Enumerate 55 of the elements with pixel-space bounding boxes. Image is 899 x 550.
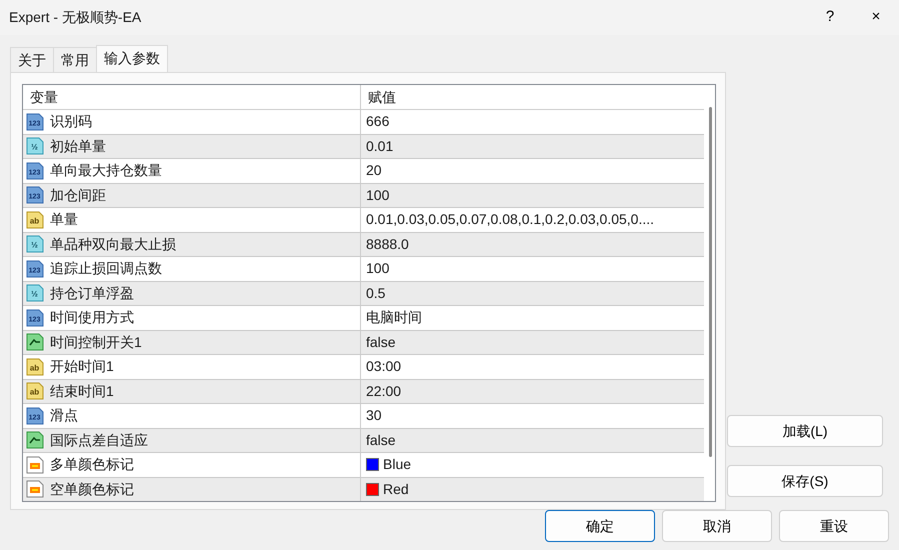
parameter-value: 电脑时间 bbox=[366, 308, 422, 328]
parameter-name: 多单颜色标记 bbox=[50, 455, 134, 474]
text-type-icon: ab bbox=[26, 358, 44, 376]
parameter-value: 20 bbox=[366, 161, 382, 180]
dialog-button[interactable]: 重设 bbox=[779, 510, 889, 542]
dialog-button[interactable]: 取消 bbox=[662, 510, 772, 542]
parameter-value: 8888.0 bbox=[366, 234, 409, 254]
number-type-icon: ½ bbox=[26, 235, 44, 254]
number-type-icon: ½ bbox=[26, 284, 44, 302]
parameter-value: 666 bbox=[366, 112, 390, 132]
help-button[interactable]: ? bbox=[807, 0, 853, 35]
dialog-button[interactable]: 确定 bbox=[545, 510, 655, 542]
parameter-name: 时间控制开关1 bbox=[50, 332, 142, 352]
parameter-value: false bbox=[366, 430, 396, 450]
parameter-name: 单量 bbox=[50, 210, 78, 230]
parameter-name: 时间使用方式 bbox=[50, 308, 134, 328]
parameter-value: Red bbox=[383, 480, 409, 499]
parameter-value: false bbox=[366, 332, 396, 352]
parameter-name: 初始单量 bbox=[50, 136, 106, 156]
close-button[interactable]: × bbox=[853, 0, 899, 35]
parameter-value: 03:00 bbox=[366, 357, 402, 376]
number-type-icon: ½ bbox=[26, 137, 44, 156]
parameter-value: 100 bbox=[366, 186, 390, 205]
parameter-name: 结束时间1 bbox=[50, 382, 114, 401]
parameter-name: 开始时间1 bbox=[50, 357, 114, 376]
toggle-icon bbox=[26, 431, 44, 450]
parameter-value: 22:00 bbox=[366, 382, 402, 401]
column-header: 变量 bbox=[23, 85, 361, 109]
parameter-name: 单向最大持仓数量 bbox=[50, 161, 162, 180]
text-type-icon: ab bbox=[26, 210, 44, 229]
parameter-name: 空单颜色标记 bbox=[50, 480, 134, 499]
window-title: Expert - 无极顺势-EA bbox=[8, 8, 142, 27]
parameter-value: Blue bbox=[383, 455, 412, 474]
color-icon bbox=[26, 480, 44, 498]
tab[interactable]: 输入参数 bbox=[96, 45, 168, 72]
toggle-icon bbox=[26, 333, 44, 352]
parameter-value: 0.5 bbox=[366, 284, 386, 303]
tab[interactable]: 关于 bbox=[10, 47, 54, 72]
parameter-name: 单品种双向最大止损 bbox=[50, 234, 176, 254]
color-icon bbox=[26, 456, 44, 474]
side-button[interactable]: 加载(L) bbox=[727, 415, 883, 447]
scrollbar-thumb[interactable] bbox=[709, 107, 712, 457]
parameter-value: 0.01 bbox=[366, 136, 394, 156]
parameter-name: 加仓间距 bbox=[50, 186, 106, 205]
parameter-name: 追踪止损回调点数 bbox=[50, 259, 162, 278]
parameter-name: 国际点差自适应 bbox=[50, 430, 148, 450]
side-button[interactable]: 保存(S) bbox=[727, 465, 883, 497]
parameter-name: 持仓订单浮盈 bbox=[50, 284, 134, 303]
column-header: 赋值 bbox=[367, 88, 396, 107]
text-type-icon: ab bbox=[26, 382, 44, 400]
parameter-value: 0.01,0.03,0.05,0.07,0.08,0.1,0.2,0.03,0.05,0.... bbox=[366, 210, 654, 230]
parameter-name: 识别码 bbox=[50, 112, 92, 132]
parameter-value: 100 bbox=[366, 259, 390, 278]
parameter-value: 30 bbox=[366, 406, 382, 426]
parameter-name: 滑点 bbox=[50, 406, 78, 426]
